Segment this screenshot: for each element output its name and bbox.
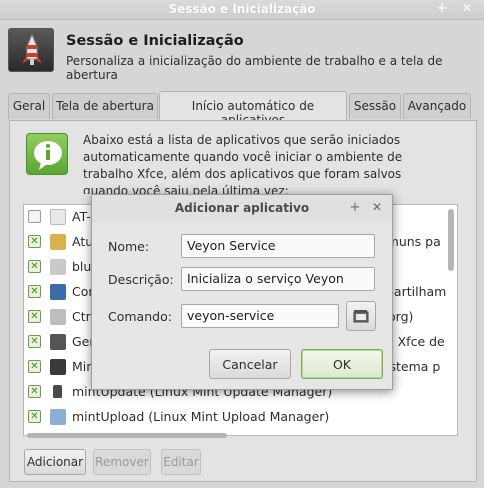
info-icon	[26, 133, 68, 175]
dialog-titlebar: Adicionar aplicativo + ✕	[92, 195, 392, 223]
checkbox[interactable]: ✕	[28, 260, 41, 273]
command-label: Comando:	[108, 309, 172, 324]
checkbox[interactable]: ✕	[28, 360, 41, 373]
rocket-icon	[8, 28, 54, 72]
horizontal-scrollbar[interactable]	[25, 433, 445, 439]
remove-button[interactable]: Remover	[93, 449, 151, 475]
dots-icon	[50, 309, 66, 325]
close-icon[interactable]: ✕	[370, 200, 384, 214]
list-item-label-overflow: istema p	[386, 359, 441, 374]
header-title: Sessão e Inicialização	[66, 33, 244, 49]
tab-bar: Geral Tela de abertura Início automático…	[8, 91, 478, 127]
tab-autostart[interactable]: Início automático de aplicativos	[159, 91, 347, 127]
list-item-label: mintUpload (Linux Mint Upload Manager)	[72, 409, 330, 424]
add-application-dialog: Adicionar aplicativo + ✕ Nome: Veyon Ser…	[91, 194, 393, 390]
name-label: Nome:	[108, 239, 150, 254]
display-icon	[50, 284, 66, 300]
description-field[interactable]: Inicializa o serviço Veyon	[181, 267, 375, 291]
list-item-label: AT-	[72, 209, 91, 224]
tab-general[interactable]: Geral	[8, 93, 50, 119]
add-button[interactable]: Adicionar	[24, 449, 86, 475]
list-item-label-overflow: o Xfce de	[386, 334, 445, 349]
checkbox[interactable]: ✕	[28, 410, 41, 423]
description-label: Descrição:	[108, 272, 174, 287]
browse-button[interactable]	[346, 301, 376, 331]
info-text: Abaixo está a lista de aplicativos que s…	[83, 133, 403, 194]
ok-button[interactable]: OK	[301, 349, 383, 379]
list-item-label-overflow: partilham	[386, 284, 447, 299]
vertical-scrollbar[interactable]	[446, 205, 456, 435]
close-icon[interactable]: ✕	[459, 1, 475, 15]
list-item-label: blu	[72, 259, 92, 274]
list-item-label: Atu	[72, 234, 94, 249]
accessibility-icon	[50, 209, 66, 225]
tab-advanced[interactable]: Avançado	[403, 93, 471, 119]
terminal-icon	[50, 359, 66, 375]
bluetooth-icon	[50, 259, 66, 275]
checkbox[interactable]: ✕	[28, 285, 41, 298]
window-titlebar: Sessão e Inicialização + ✕	[0, 0, 484, 20]
checkbox[interactable]: ✕	[28, 385, 41, 398]
tab-session[interactable]: Sessão	[349, 93, 401, 119]
checkbox[interactable]	[28, 210, 41, 223]
list-item-label: Ctr	[72, 309, 91, 324]
command-field[interactable]: veyon-service	[181, 304, 339, 328]
lock-icon	[53, 385, 62, 398]
folder-icon	[353, 310, 369, 323]
edit-button[interactable]: Editar	[161, 449, 201, 475]
tab-splash[interactable]: Tela de abertura	[52, 93, 158, 119]
update-icon	[50, 234, 66, 250]
list-item[interactable]: ✕ mintUpload (Linux Mint Upload Manager)	[24, 405, 444, 430]
checkbox[interactable]: ✕	[28, 335, 41, 348]
upload-icon	[50, 409, 66, 425]
power-icon	[50, 334, 66, 350]
maximize-icon[interactable]: +	[434, 1, 450, 16]
header-subtitle: Personaliza a inicialização do ambiente …	[66, 54, 443, 82]
cancel-button[interactable]: Cancelar	[209, 349, 291, 379]
window-title: Sessão e Inicialização	[168, 2, 316, 16]
checkbox[interactable]: ✕	[28, 310, 41, 323]
checkbox[interactable]: ✕	[28, 235, 41, 248]
dialog-title: Adicionar aplicativo	[174, 201, 310, 215]
name-field[interactable]: Veyon Service	[181, 234, 375, 258]
maximize-icon[interactable]: +	[348, 200, 362, 215]
